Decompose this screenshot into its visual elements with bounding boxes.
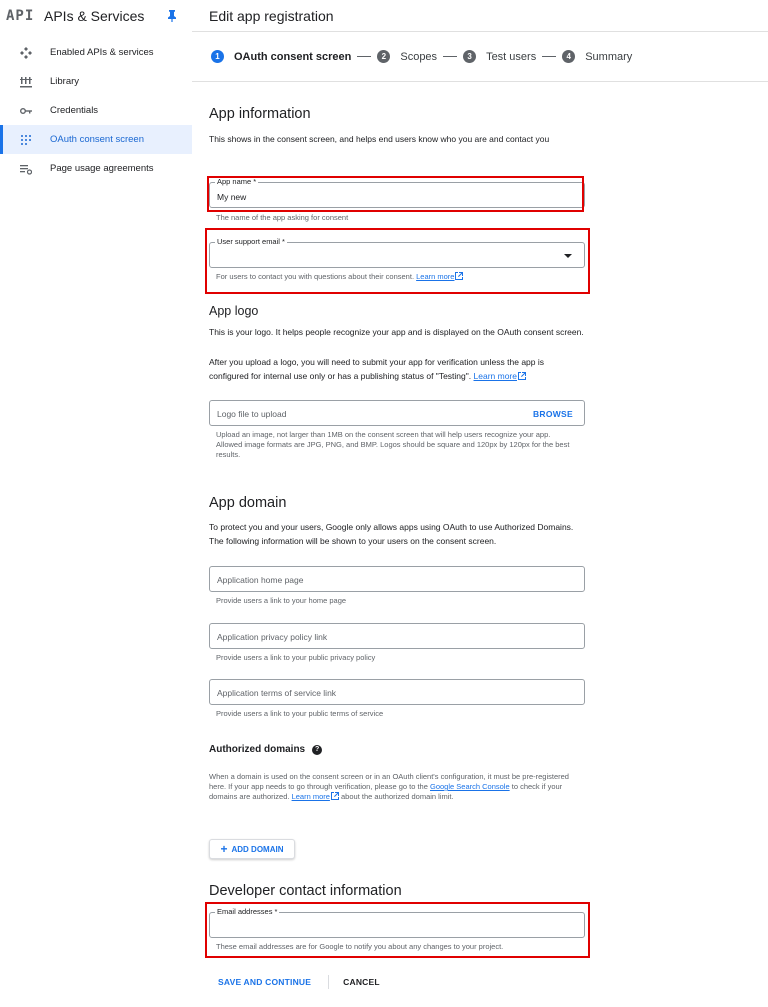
api-logo: API xyxy=(6,8,35,24)
app-domain-heading: App domain xyxy=(209,495,287,511)
sidebar-item-enabled-apis[interactable]: Enabled APIs & services xyxy=(0,38,192,67)
terms-of-service-hint: Provide users a link to your public term… xyxy=(216,709,384,718)
developer-email-hint: These email addresses are for Google to … xyxy=(216,942,504,951)
browse-button[interactable]: BROWSE xyxy=(533,409,573,419)
developer-contact-heading: Developer contact information xyxy=(209,883,402,899)
cancel-button[interactable]: CANCEL xyxy=(337,977,386,987)
privacy-policy-input[interactable]: Application privacy policy link xyxy=(209,623,585,649)
logo-upload-field[interactable]: Logo file to upload BROWSE xyxy=(209,400,585,426)
agreements-icon xyxy=(20,163,32,175)
learn-more-link[interactable]: Learn more xyxy=(416,272,454,281)
terms-of-service-placeholder: Application terms of service link xyxy=(217,688,337,698)
step-label: OAuth consent screen xyxy=(234,50,352,63)
learn-more-link[interactable]: Learn more xyxy=(292,792,330,801)
step-separator xyxy=(443,56,458,57)
support-email-label: User support email * xyxy=(215,237,287,246)
app-info-desc: This shows in the consent screen, and he… xyxy=(209,134,550,144)
app-name-value: My new xyxy=(217,192,247,202)
chevron-down-icon xyxy=(564,254,572,258)
sidebar-item-label: Library xyxy=(50,76,80,87)
pin-icon[interactable] xyxy=(162,10,182,22)
support-email-select[interactable]: User support email * xyxy=(209,237,585,268)
app-logo-desc-2: After you upload a logo, you will need t… xyxy=(209,357,544,381)
developer-email-label: Email addresses * xyxy=(215,907,280,916)
external-link-icon xyxy=(330,792,339,800)
authorized-domains-desc: When a domain is used on the consent scr… xyxy=(209,772,569,801)
support-email-hint: For users to contact you with questions … xyxy=(216,272,464,282)
form-actions: SAVE AND CONTINUE CANCEL xyxy=(209,975,386,989)
sidebar-item-page-usage[interactable]: Page usage agreements xyxy=(0,154,192,183)
consent-icon xyxy=(20,134,32,146)
app-name-hint: The name of the app asking for consent xyxy=(216,213,349,222)
app-info-heading: App information xyxy=(209,106,311,122)
page-title: Edit app registration xyxy=(209,7,334,24)
sidebar-item-credentials[interactable]: Credentials xyxy=(0,96,192,125)
app-domain-desc: To protect you and your users, Google on… xyxy=(209,522,574,546)
app-logo-heading: App logo xyxy=(209,304,259,318)
step-test-users[interactable]: 3 Test users xyxy=(463,50,536,63)
home-page-input[interactable]: Application home page xyxy=(209,566,585,592)
sidebar-item-label: OAuth consent screen xyxy=(50,134,144,145)
developer-email-field[interactable]: Email addresses * xyxy=(209,907,585,938)
step-scopes[interactable]: 2 Scopes xyxy=(377,50,437,63)
app-name-label: App name * xyxy=(215,177,259,186)
step-oauth-consent[interactable]: 1 OAuth consent screen xyxy=(211,50,351,63)
app-name-field[interactable]: App name * My new xyxy=(209,177,585,208)
sidebar: API APIs & Services Enabled APIs & servi… xyxy=(0,0,192,1007)
sidebar-nav: Enabled APIs & services Library Credenti… xyxy=(0,38,192,183)
step-label: Summary xyxy=(585,50,633,63)
privacy-policy-placeholder: Application privacy policy link xyxy=(217,632,328,642)
help-icon[interactable]: ? xyxy=(312,744,323,755)
plus-icon: + xyxy=(220,842,228,856)
sidebar-item-label: Page usage agreements xyxy=(50,163,154,174)
library-icon xyxy=(20,76,32,88)
home-page-placeholder: Application home page xyxy=(217,575,304,585)
step-number: 2 xyxy=(377,50,391,63)
sidebar-item-library[interactable]: Library xyxy=(0,67,192,96)
step-number: 3 xyxy=(463,50,477,63)
sidebar-title: APIs & Services xyxy=(44,8,145,24)
key-icon xyxy=(20,105,32,117)
page-header: Edit app registration xyxy=(192,0,768,32)
step-number: 4 xyxy=(562,50,576,63)
authorized-domains-heading: Authorized domains ? xyxy=(209,744,323,755)
save-and-continue-button[interactable]: SAVE AND CONTINUE xyxy=(209,977,320,987)
search-console-link[interactable]: Google Search Console xyxy=(430,782,510,791)
external-link-icon xyxy=(455,272,464,280)
external-link-icon xyxy=(517,370,526,380)
add-domain-label: ADD DOMAIN xyxy=(231,844,284,854)
learn-more-link[interactable]: Learn more xyxy=(474,371,517,381)
button-divider xyxy=(328,975,330,989)
sidebar-item-label: Enabled APIs & services xyxy=(50,47,154,58)
home-page-hint: Provide users a link to your home page xyxy=(216,596,347,605)
sidebar-item-label: Credentials xyxy=(50,105,99,116)
step-separator xyxy=(357,56,372,57)
privacy-policy-hint: Provide users a link to your public priv… xyxy=(216,653,376,662)
terms-of-service-input[interactable]: Application terms of service link xyxy=(209,679,585,705)
step-label: Scopes xyxy=(400,50,438,63)
step-separator xyxy=(542,56,557,57)
sidebar-item-oauth-consent[interactable]: OAuth consent screen xyxy=(0,125,192,154)
step-number: 1 xyxy=(211,50,224,63)
step-label: Test users xyxy=(486,50,537,63)
sidebar-header: API APIs & Services xyxy=(0,0,192,32)
stepper: 1 OAuth consent screen 2 Scopes 3 Test u… xyxy=(192,32,768,82)
logo-upload-hint: Upload an image, not larger than 1MB on … xyxy=(216,430,570,459)
logo-upload-placeholder: Logo file to upload xyxy=(217,409,287,419)
app-logo-desc-1: This is your logo. It helps people recog… xyxy=(209,327,584,337)
enabled-apis-icon xyxy=(20,46,32,59)
add-domain-button[interactable]: + ADD DOMAIN xyxy=(209,839,295,859)
step-summary[interactable]: 4 Summary xyxy=(562,50,632,63)
